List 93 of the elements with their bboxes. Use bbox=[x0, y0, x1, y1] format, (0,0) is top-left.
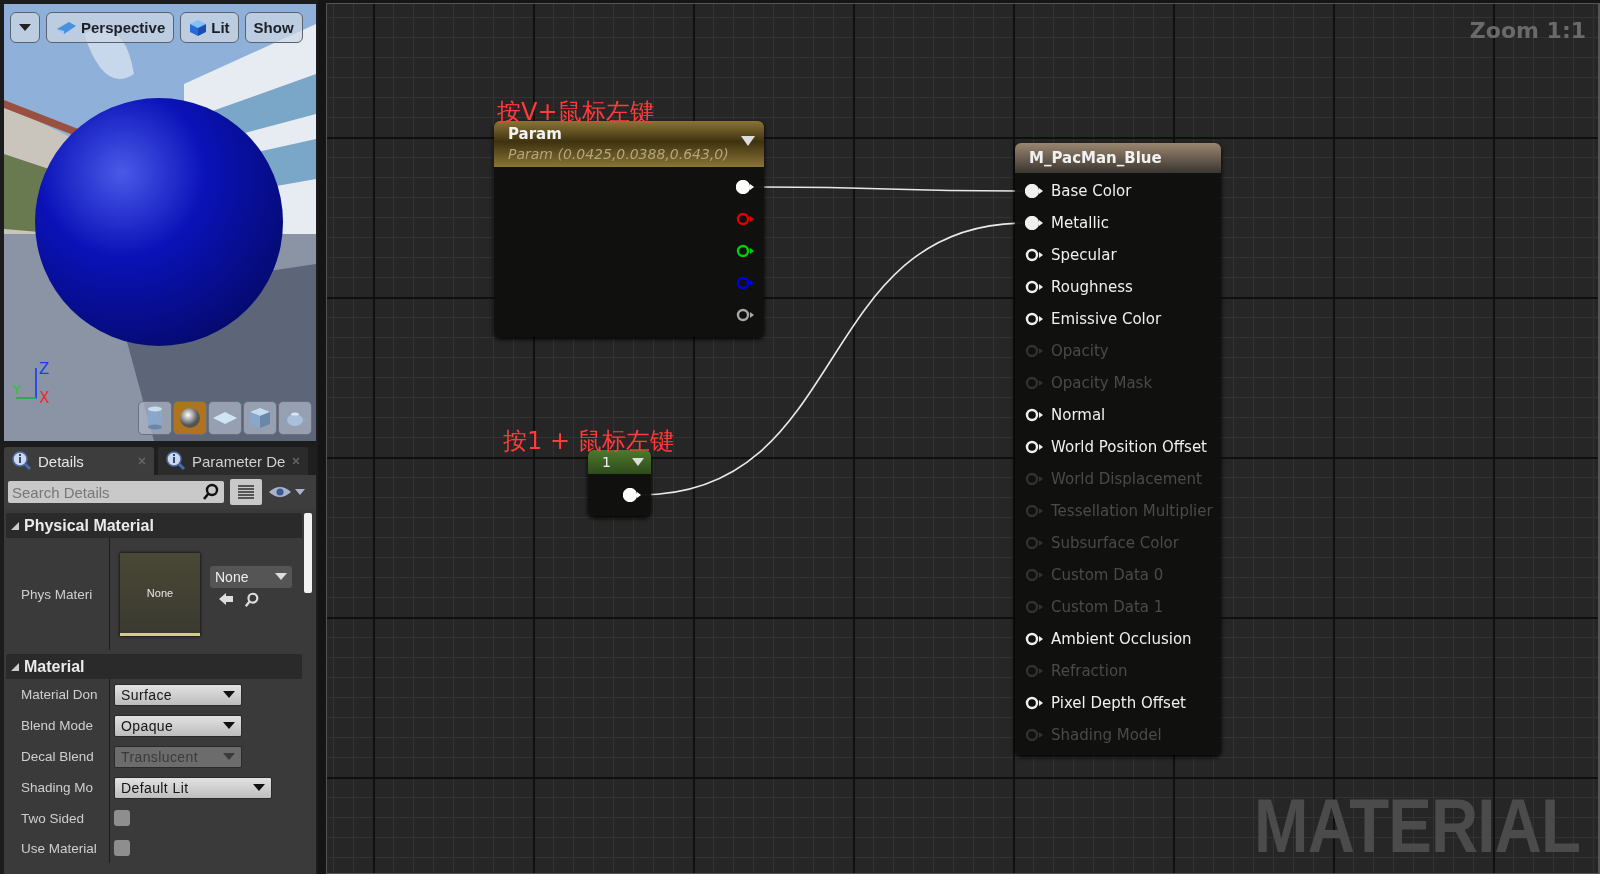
dropdown[interactable]: Surface bbox=[114, 683, 242, 706]
camera-icon bbox=[55, 20, 77, 35]
pin-label: Opacity Mask bbox=[1051, 374, 1153, 392]
pin-label: Pixel Depth Offset bbox=[1051, 694, 1186, 712]
pin-icon[interactable] bbox=[736, 244, 756, 258]
axis-gizmo-drawing: Z Y X bbox=[12, 360, 62, 404]
checkbox[interactable] bbox=[114, 840, 130, 856]
dropdown[interactable]: Default Lit bbox=[114, 776, 272, 799]
section-header[interactable]: Physical Material bbox=[6, 513, 302, 538]
pin-label: Custom Data 0 bbox=[1051, 566, 1164, 584]
property-label: Use Material bbox=[21, 840, 97, 856]
asset-thumbnail[interactable]: None bbox=[120, 552, 200, 636]
pin-icon[interactable] bbox=[623, 488, 643, 502]
material-node[interactable] bbox=[1015, 143, 1221, 755]
pin-label: Specular bbox=[1051, 246, 1117, 264]
close-icon[interactable] bbox=[292, 457, 300, 465]
collapse-arrow-icon[interactable] bbox=[740, 135, 756, 147]
cylinder-icon bbox=[145, 406, 165, 430]
panel-tab[interactable]: Parameter De bbox=[158, 447, 308, 475]
dropdown[interactable]: Opaque bbox=[114, 714, 242, 737]
cube-icon bbox=[249, 407, 271, 429]
pin-label: Emissive Color bbox=[1051, 310, 1162, 328]
expand-triangle-icon bbox=[10, 520, 20, 531]
caret-icon bbox=[19, 23, 31, 32]
property-label: Blend Mode bbox=[21, 718, 94, 733]
info-icon bbox=[12, 451, 32, 471]
list-view-icon bbox=[237, 484, 255, 500]
caret-icon bbox=[223, 752, 235, 761]
property-label: Material Don bbox=[21, 687, 98, 702]
caret-icon bbox=[275, 573, 287, 581]
view-options-button[interactable] bbox=[10, 12, 40, 43]
pin-icon[interactable] bbox=[1025, 248, 1045, 262]
caret-icon bbox=[223, 721, 235, 730]
preview-shape-button[interactable] bbox=[278, 401, 312, 435]
pin-label: Metallic bbox=[1051, 214, 1109, 232]
scrollbar[interactable] bbox=[304, 513, 312, 593]
property-label: Decal Blend bbox=[21, 749, 94, 764]
zoom-label: Zoom 1:1 bbox=[1469, 18, 1586, 43]
pin-icon[interactable] bbox=[1025, 408, 1045, 422]
plane-icon bbox=[212, 411, 238, 425]
node-title: Param bbox=[508, 125, 563, 143]
property-label: Shading Mo bbox=[21, 780, 94, 795]
pin-label: Subsurface Color bbox=[1051, 534, 1179, 552]
search-icon[interactable] bbox=[202, 483, 220, 501]
pin-icon[interactable] bbox=[736, 308, 756, 322]
pin-label: Opacity bbox=[1051, 342, 1109, 360]
graph-type-label: MATERIAL bbox=[1254, 782, 1580, 869]
property-label: Phys Materi bbox=[21, 586, 93, 602]
pin-icon[interactable] bbox=[1025, 216, 1045, 230]
checkbox[interactable] bbox=[114, 810, 130, 826]
node-value: 1 bbox=[602, 454, 611, 470]
pin-icon[interactable] bbox=[1025, 632, 1045, 646]
collapse-arrow-icon[interactable] bbox=[631, 457, 645, 467]
preview-shape-button[interactable] bbox=[138, 401, 172, 435]
pin-icon[interactable] bbox=[1025, 696, 1045, 710]
caret-icon bbox=[223, 690, 235, 699]
search-icon[interactable] bbox=[244, 592, 260, 608]
info-icon bbox=[166, 451, 186, 471]
pin-label: Refraction bbox=[1051, 662, 1128, 680]
caret-icon bbox=[253, 783, 265, 792]
pin-label: Base Color bbox=[1051, 182, 1132, 200]
expand-triangle-icon bbox=[10, 661, 20, 672]
node-title: M_PacMan_Blue bbox=[1015, 143, 1221, 173]
pin-icon[interactable] bbox=[736, 180, 756, 194]
section-header[interactable]: Material bbox=[6, 654, 302, 679]
node-subtitle: Param (0.0425,0.0388,0.643,0) bbox=[508, 146, 730, 162]
panel-tab[interactable]: Details bbox=[4, 447, 154, 475]
cube-icon bbox=[189, 18, 208, 37]
preview-shape-button[interactable] bbox=[243, 401, 277, 435]
view-options-button[interactable] bbox=[230, 479, 262, 505]
viewport-button[interactable]: Lit bbox=[180, 12, 239, 43]
property-label: Two Sided bbox=[21, 810, 85, 826]
pin-label: Roughness bbox=[1051, 278, 1133, 296]
pin-label: Custom Data 1 bbox=[1051, 598, 1164, 616]
pin-label: Normal bbox=[1051, 406, 1106, 424]
pin-label: World Position Offset bbox=[1051, 438, 1207, 456]
sphere-icon bbox=[179, 407, 201, 429]
pin-icon[interactable] bbox=[1025, 184, 1045, 198]
viewport-button[interactable]: Show bbox=[244, 12, 303, 43]
pin-label: World Displacement bbox=[1051, 470, 1202, 488]
search-field[interactable]: Search Details bbox=[8, 481, 224, 503]
eye-icon[interactable] bbox=[268, 484, 306, 500]
pin-label: Shading Model bbox=[1051, 726, 1162, 744]
preview-shape-button[interactable] bbox=[208, 401, 242, 435]
pin-icon[interactable] bbox=[1025, 280, 1045, 294]
arrow-left-icon[interactable] bbox=[218, 592, 234, 606]
pin-icon[interactable] bbox=[1025, 440, 1045, 454]
pin-icon[interactable] bbox=[1025, 312, 1045, 326]
pin-label: Tessellation Multiplier bbox=[1051, 502, 1213, 520]
asset-dropdown[interactable]: None bbox=[210, 566, 292, 588]
preview-shape-button[interactable] bbox=[173, 401, 207, 435]
pin-label: Ambient Occlusion bbox=[1051, 630, 1192, 648]
viewport-button[interactable]: Perspective bbox=[46, 12, 175, 43]
